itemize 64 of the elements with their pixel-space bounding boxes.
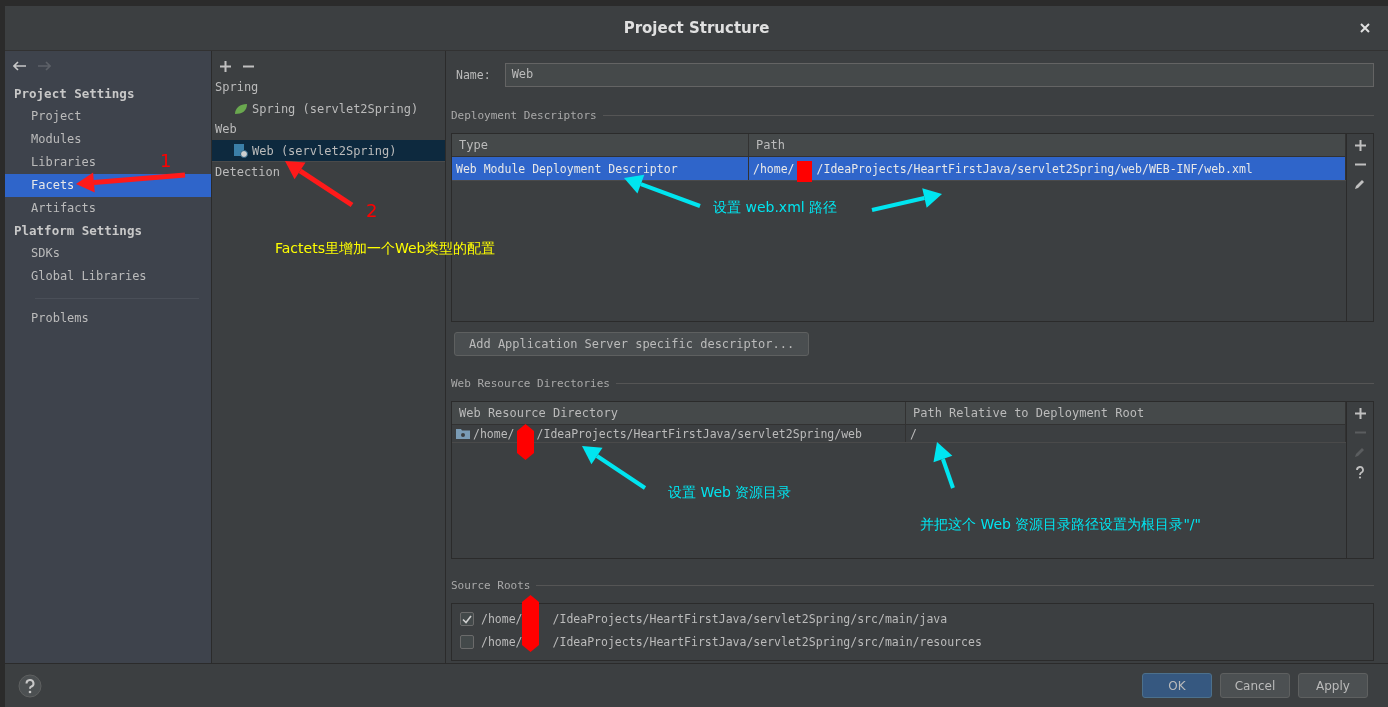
annotation-text: 1 bbox=[160, 150, 172, 171]
window-title: Project Structure bbox=[623, 19, 770, 37]
dialog-button[interactable]: OK bbox=[1142, 673, 1212, 698]
source-root-path: /home/ bbox=[481, 635, 523, 649]
column-header[interactable]: Path bbox=[749, 134, 1346, 156]
redaction-mark bbox=[522, 595, 539, 652]
annotation-text: 设置 Web 资源目录 bbox=[668, 484, 792, 502]
back-arrow-icon[interactable] bbox=[13, 61, 27, 71]
checkbox[interactable] bbox=[460, 612, 474, 626]
close-icon[interactable] bbox=[1360, 23, 1370, 33]
annotation-text: 2 bbox=[366, 200, 378, 221]
source-root-path: /IdeaProjects/HeartFirstJava/servlet2Spring/src/main/resources bbox=[552, 635, 982, 649]
tree-group-label: Spring bbox=[214, 79, 260, 96]
dialog-button[interactable]: Cancel bbox=[1220, 673, 1290, 698]
section-title: Source Roots bbox=[451, 578, 531, 592]
table-cell: /home/ bbox=[473, 426, 515, 441]
annotation-text: Factets里增加一个Web类型的配置 bbox=[275, 240, 496, 258]
web-module-icon bbox=[234, 143, 248, 158]
section-title: Deployment Descriptors bbox=[451, 108, 597, 122]
column-header[interactable]: Type bbox=[452, 134, 749, 156]
sidebar-item[interactable]: SDKs bbox=[5, 242, 66, 265]
annotation-arrow bbox=[285, 161, 354, 208]
add-icon[interactable] bbox=[1354, 408, 1366, 419]
table-cell: /home/ bbox=[753, 161, 795, 176]
tree-item[interactable]: Spring (servlet2Spring) bbox=[212, 98, 445, 119]
annotation-arrow bbox=[582, 446, 647, 490]
add-icon[interactable] bbox=[1354, 140, 1366, 151]
help-icon[interactable] bbox=[1355, 466, 1365, 479]
annotation-text: 并把这个 Web 资源目录路径设置为根目录"/" bbox=[920, 516, 1202, 534]
redaction-mark bbox=[797, 161, 812, 182]
leaf-icon bbox=[234, 102, 248, 115]
tree-group-label: Web bbox=[214, 121, 238, 138]
name-field[interactable]: Web bbox=[504, 63, 1374, 87]
source-root-path: /home/ bbox=[481, 612, 523, 626]
sidebar-item[interactable]: Modules bbox=[5, 128, 88, 151]
column-header[interactable]: Web Resource Directory bbox=[452, 402, 906, 424]
annotation-arrow bbox=[933, 442, 955, 489]
redaction-mark bbox=[517, 424, 534, 460]
add-icon[interactable] bbox=[220, 60, 231, 72]
annotation-arrow bbox=[871, 188, 942, 212]
help-icon[interactable] bbox=[18, 673, 42, 698]
sidebar-item[interactable]: Artifacts bbox=[5, 197, 103, 220]
checkbox[interactable] bbox=[460, 635, 474, 649]
pencil-icon[interactable] bbox=[1354, 178, 1366, 190]
table-cell: / bbox=[910, 426, 917, 441]
sidebar-item[interactable]: Project bbox=[5, 105, 88, 128]
source-root-path: /IdeaProjects/HeartFirstJava/servlet2Spring/src/main/java bbox=[552, 612, 948, 626]
folder-icon bbox=[456, 428, 470, 439]
add-descriptor-button[interactable]: Add Application Server specific descriptor... bbox=[454, 332, 810, 356]
table-row[interactable]: Web Module Deployment Descriptor /home/ /IdeaProjects/HeartFirstJava/servlet2Spring/web/WEB-INF/web.xml bbox=[452, 157, 1346, 181]
section-title: Web Resource Directories bbox=[451, 376, 610, 390]
sidebar-item[interactable]: Global Libraries bbox=[5, 265, 153, 288]
sidebar-item[interactable]: Problems bbox=[5, 307, 95, 330]
table-cell: /IdeaProjects/HeartFirstJava/servlet2Spring/web/WEB-INF/web.xml bbox=[816, 161, 1253, 176]
column-header[interactable]: Path Relative to Deployment Root bbox=[906, 402, 1346, 424]
tree-item[interactable]: Web (servlet2Spring) bbox=[212, 140, 445, 161]
section-heading: Platform Settings bbox=[13, 222, 143, 240]
dialog-button[interactable]: Apply bbox=[1298, 673, 1368, 698]
name-label: Name: bbox=[456, 68, 491, 82]
section-heading: Project Settings bbox=[13, 85, 136, 103]
table-cell: /IdeaProjects/HeartFirstJava/servlet2Spring/web bbox=[536, 426, 862, 441]
annotation-text: 设置 web.xml 路径 bbox=[713, 199, 838, 217]
table-cell: Web Module Deployment Descriptor bbox=[456, 161, 678, 176]
sidebar-item[interactable]: Libraries bbox=[5, 151, 103, 174]
